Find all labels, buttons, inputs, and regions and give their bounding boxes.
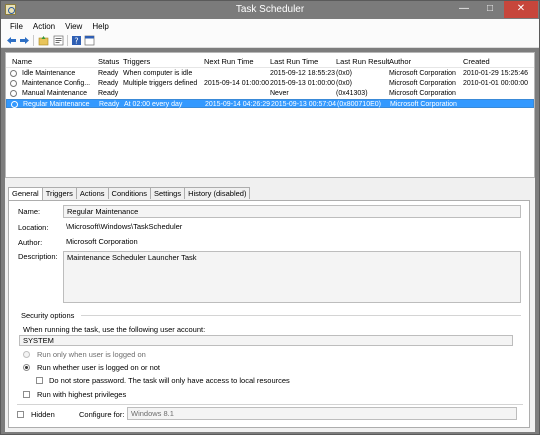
task-author: Microsoft Corporation [389,80,456,87]
location-field: \Microsoft\Windows\TaskScheduler [63,221,521,234]
maximize-button[interactable]: □ [477,1,503,18]
general-tab-body: Name: Regular Maintenance Location: \Mic… [8,200,530,428]
clock-icon [10,80,17,87]
menu-action[interactable]: Action [28,22,60,31]
location-label: Location: [18,223,49,232]
task-last-run: 2015-09-13 00:57:04 [271,101,336,108]
task-name: Regular Maintenance [23,101,90,108]
hidden-checkbox[interactable] [17,411,24,418]
menu-file[interactable]: File [5,22,28,31]
help-icon[interactable]: ? [71,35,82,46]
task-status: Ready [98,80,119,87]
folder-up-icon[interactable] [38,35,49,46]
do-not-store-password-label: Do not store password. The task will onl… [49,376,290,385]
column-last-run-time[interactable]: Last Run Time [270,57,318,66]
column-triggers[interactable]: Triggers [123,57,150,66]
tab-triggers[interactable]: Triggers [41,187,77,199]
properties-icon[interactable] [53,35,64,46]
hidden-label: Hidden [31,410,55,419]
run-logged-on-label: Run only when user is logged on [37,350,146,359]
task-author: Microsoft Corporation [390,101,457,108]
description-field[interactable]: Maintenance Scheduler Launcher Task [63,251,521,303]
tab-general[interactable]: General [8,187,43,200]
task-last-result: (0x0) [336,80,352,87]
security-options-title: Security options [21,311,75,320]
column-last-run-result[interactable]: Last Run Result [336,57,389,66]
run-whether-label: Run whether user is logged on or not [37,363,160,372]
column-status[interactable]: Status [98,57,119,66]
detail-tabs: General Triggers Actions Conditions Sett… [8,187,251,200]
task-row-selected[interactable]: Regular Maintenance Ready At 02:00 every… [6,99,534,108]
column-author[interactable]: Author [389,57,411,66]
clock-icon [11,101,18,108]
console-icon[interactable] [84,35,95,46]
task-author: Microsoft Corporation [389,70,456,77]
clock-icon [10,90,17,97]
task-name: Manual Maintenance [22,90,87,97]
task-next-run: 2015-09-14 01:00:00 [204,80,269,87]
author-label: Author: [18,238,43,247]
task-last-result: (0x41303) [336,90,368,97]
task-name: Maintenance Config... [22,80,91,87]
description-label: Description: [18,252,58,261]
user-account-field: SYSTEM [19,335,513,346]
menu-help[interactable]: Help [87,22,113,31]
task-last-result: (0x800710E0) [337,101,381,108]
menu-view[interactable]: View [60,22,87,31]
task-created: 2010-01-01 00:00:00 [463,80,528,87]
task-status: Ready [98,90,119,97]
task-triggers: Multiple triggers defined [123,80,198,87]
task-row[interactable]: Manual Maintenance Ready Never (0x41303)… [6,89,534,98]
column-next-run-time[interactable]: Next Run Time [204,57,254,66]
do-not-store-password-checkbox[interactable] [36,377,43,384]
tab-conditions[interactable]: Conditions [107,187,151,199]
run-logged-on-radio[interactable] [23,351,30,358]
minimize-button[interactable]: — [451,1,477,18]
clock-icon [10,70,17,77]
task-row[interactable]: Maintenance Config... Ready Multiple tri… [6,79,534,88]
back-arrow-icon[interactable] [6,35,17,46]
configure-for-select[interactable]: Windows 8.1 [127,407,517,420]
highest-privileges-label: Run with highest privileges [37,390,127,399]
forward-arrow-icon[interactable] [19,35,30,46]
close-button[interactable]: ✕ [504,1,538,18]
column-created[interactable]: Created [463,57,490,66]
task-last-run: 2015-09-12 18:55:23 [270,70,335,77]
task-triggers: At 02:00 every day [124,101,183,108]
task-row[interactable]: Idle Maintenance Ready When computer is … [6,69,534,78]
column-name[interactable]: Name [12,57,32,66]
tab-actions[interactable]: Actions [75,187,109,199]
task-last-run: 2015-09-13 01:00:00 [270,80,335,87]
task-status: Ready [98,70,119,77]
account-prompt: When running the task, use the following… [23,325,206,334]
main-content: Name Status Triggers Next Run Time Last … [5,52,535,432]
toolbar: ? [1,33,539,48]
task-scheduler-window: Task Scheduler — □ ✕ File Action View He… [0,0,540,435]
task-list-header: Name Status Triggers Next Run Time Last … [6,53,534,68]
task-next-run: 2015-09-14 04:26:29 [205,101,270,108]
highest-privileges-checkbox[interactable] [23,391,30,398]
name-label: Name: [18,207,41,216]
task-details-pane: General Triggers Actions Conditions Sett… [5,186,535,432]
task-last-run: Never [270,90,289,97]
name-field[interactable]: Regular Maintenance [63,205,521,218]
run-whether-radio[interactable] [23,364,30,371]
menu-bar: File Action View Help [1,19,539,33]
author-field: Microsoft Corporation [63,236,521,249]
task-name: Idle Maintenance [22,70,76,77]
task-last-result: (0x0) [336,70,352,77]
task-list: Name Status Triggers Next Run Time Last … [5,52,535,178]
title-bar: Task Scheduler — □ ✕ [1,1,539,19]
configure-for-label: Configure for: [79,410,125,419]
tab-settings[interactable]: Settings [149,187,186,199]
task-author: Microsoft Corporation [389,90,456,97]
svg-text:?: ? [74,37,78,46]
task-triggers: When computer is idle [123,70,193,77]
task-status: Ready [99,101,120,108]
task-created: 2010-01-29 15:25:46 [463,70,528,77]
tab-history[interactable]: History (disabled) [184,187,251,199]
